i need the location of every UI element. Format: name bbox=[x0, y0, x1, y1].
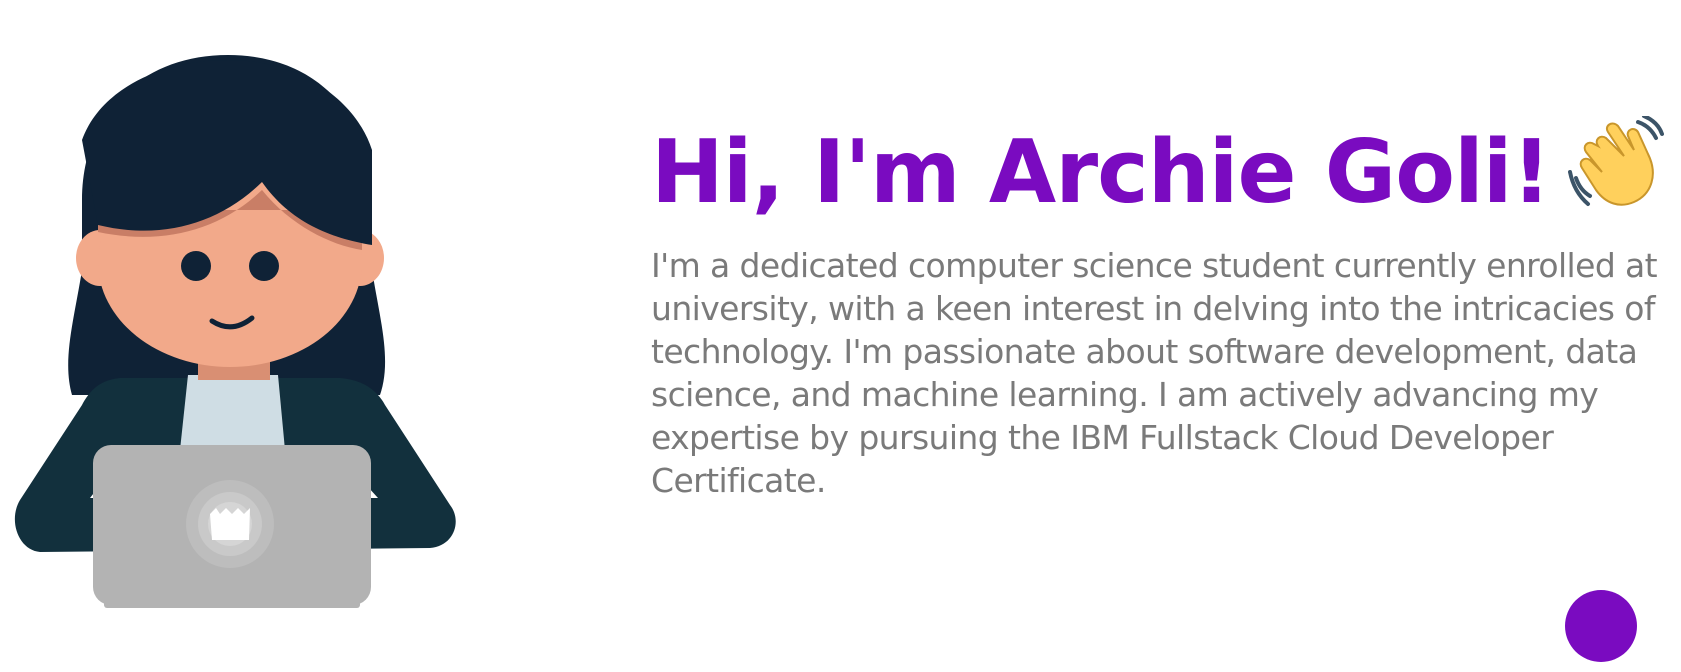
page-title: Hi, I'm Archie Goli! bbox=[651, 112, 1681, 232]
headline-text: Hi, I'm Archie Goli! bbox=[651, 121, 1551, 223]
developer-avatar-illustration bbox=[14, 55, 456, 608]
intro-text-block: Hi, I'm Archie Goli! I'm a dedicated com… bbox=[651, 112, 1681, 502]
left-eye bbox=[181, 251, 211, 281]
right-eye bbox=[249, 251, 279, 281]
purple-circle-button[interactable] bbox=[1565, 590, 1637, 662]
bio-paragraph: I'm a dedicated computer science student… bbox=[651, 246, 1658, 500]
shirt-shape bbox=[180, 375, 285, 450]
waving-hand-icon bbox=[1568, 116, 1665, 206]
laptop-base bbox=[104, 600, 360, 608]
hero-section: Hi, I'm Archie Goli! I'm a dedicated com… bbox=[0, 0, 1681, 672]
